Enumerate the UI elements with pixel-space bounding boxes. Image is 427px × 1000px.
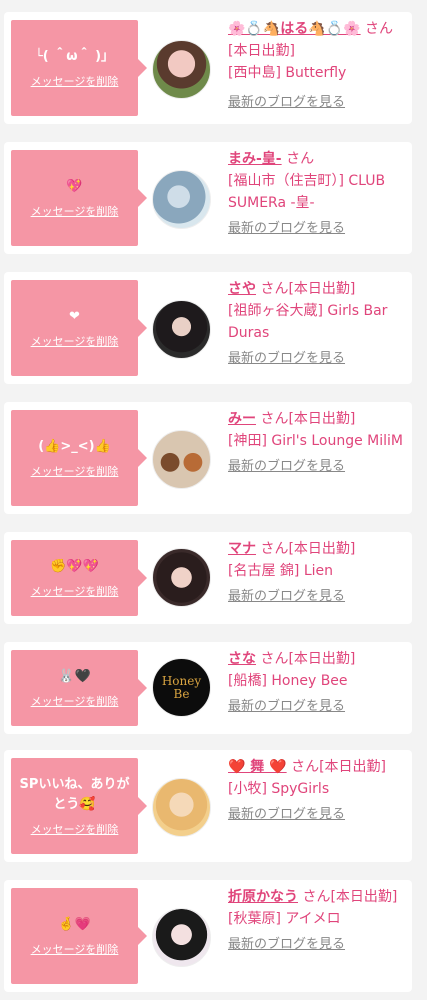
message-text: └( ＾ω＾ )」 bbox=[34, 49, 115, 64]
avatar[interactable] bbox=[152, 430, 211, 489]
message-text: SPいいね、ありがとう🥰 bbox=[19, 777, 130, 812]
user-info: さな さん[本日出勤] [船橋] Honey Bee 最新のブログを見る bbox=[228, 648, 410, 718]
message-card: SPいいね、ありがとう🥰 メッセージを削除 ❤️ 舞 ❤️ さん[本日出勤] [… bbox=[4, 750, 412, 862]
shop-name: [福山市（住吉町）] CLUB SUMERa -皇- bbox=[228, 173, 386, 211]
latest-blog-link[interactable]: 最新のブログを見る bbox=[228, 696, 410, 718]
delete-message-link[interactable]: メッセージを削除 bbox=[31, 693, 119, 709]
user-info: ❤️ 舞 ❤️ さん[本日出勤] [小牧] SpyGirls 最新のブログを見る bbox=[228, 756, 410, 826]
message-card: └( ＾ω＾ )」 メッセージを削除 🌸💍🐴はる🐴💍🌸 さん[本日出勤] [西中… bbox=[4, 12, 412, 124]
message-card: ✊💖💖 メッセージを削除 マナ さん[本日出勤] [名古屋 錦] Lien 最新… bbox=[4, 532, 412, 624]
user-info: まみ-皇- さん [福山市（住吉町）] CLUB SUMERa -皇- 最新のブ… bbox=[228, 148, 410, 240]
latest-blog-link[interactable]: 最新のブログを見る bbox=[228, 92, 410, 114]
message-text: ❤ bbox=[69, 309, 80, 324]
shop-name: [名古屋 錦] Lien bbox=[228, 563, 333, 579]
user-name-link[interactable]: マナ bbox=[228, 541, 256, 557]
message-card: 💖 メッセージを削除 まみ-皇- さん [福山市（住吉町）] CLUB SUME… bbox=[4, 142, 412, 254]
avatar[interactable] bbox=[152, 300, 211, 359]
user-status: さん bbox=[286, 151, 315, 167]
user-status: さん[本日出勤] bbox=[291, 759, 387, 775]
latest-blog-link[interactable]: 最新のブログを見る bbox=[228, 586, 410, 608]
message-bubble: └( ＾ω＾ )」 メッセージを削除 bbox=[11, 20, 147, 116]
latest-blog-link[interactable]: 最新のブログを見る bbox=[228, 218, 410, 240]
avatar[interactable]: Honey Be bbox=[152, 658, 211, 717]
user-name-link[interactable]: みー bbox=[228, 411, 256, 427]
shop-name: [小牧] SpyGirls bbox=[228, 781, 330, 797]
message-card: 🤞💗 メッセージを削除 折原かなう さん[本日出勤] [秋葉原] アイメロ 最新… bbox=[4, 880, 412, 992]
shop-name: [船橋] Honey Bee bbox=[228, 673, 348, 689]
message-card: (👍>_<)👍 メッセージを削除 みー さん[本日出勤] [神田] Girl's… bbox=[4, 402, 412, 514]
message-bubble: (👍>_<)👍 メッセージを削除 bbox=[11, 410, 147, 506]
shop-name: [神田] Girl's Lounge MiliM bbox=[228, 433, 403, 449]
avatar[interactable] bbox=[152, 908, 211, 967]
delete-message-link[interactable]: メッセージを削除 bbox=[31, 333, 119, 349]
latest-blog-link[interactable]: 最新のブログを見る bbox=[228, 456, 410, 478]
delete-message-link[interactable]: メッセージを削除 bbox=[31, 203, 119, 219]
avatar[interactable] bbox=[152, 170, 211, 229]
message-bubble: ❤ メッセージを削除 bbox=[11, 280, 147, 376]
user-name-link[interactable]: ❤️ 舞 ❤️ bbox=[228, 759, 287, 775]
user-info: 🌸💍🐴はる🐴💍🌸 さん[本日出勤] [西中島] Butterfly 最新のブログ… bbox=[228, 18, 410, 114]
shop-name: [祖師ヶ谷大蔵] Girls Bar Duras bbox=[228, 303, 388, 341]
delete-message-link[interactable]: メッセージを削除 bbox=[31, 73, 119, 89]
message-text: (👍>_<)👍 bbox=[38, 439, 111, 454]
avatar-logo-text: Honey Be bbox=[161, 673, 202, 701]
message-card: ❤ メッセージを削除 さや さん[本日出勤] [祖師ヶ谷大蔵] Girls Ba… bbox=[4, 272, 412, 384]
message-text: 💖 bbox=[66, 179, 83, 194]
user-info: さや さん[本日出勤] [祖師ヶ谷大蔵] Girls Bar Duras 最新の… bbox=[228, 278, 410, 370]
latest-blog-link[interactable]: 最新のブログを見る bbox=[228, 934, 410, 956]
user-status: さん[本日出勤] bbox=[260, 411, 356, 427]
user-name-link[interactable]: さな bbox=[228, 651, 256, 667]
shop-name: [西中島] Butterfly bbox=[228, 65, 347, 81]
message-text: ✊💖💖 bbox=[50, 559, 99, 574]
latest-blog-link[interactable]: 最新のブログを見る bbox=[228, 804, 410, 826]
message-bubble: SPいいね、ありがとう🥰 メッセージを削除 bbox=[11, 758, 147, 854]
user-name-link[interactable]: まみ-皇- bbox=[228, 151, 282, 167]
delete-message-link[interactable]: メッセージを削除 bbox=[31, 941, 119, 957]
message-bubble: 🤞💗 メッセージを削除 bbox=[11, 888, 147, 984]
message-bubble: 💖 メッセージを削除 bbox=[11, 150, 147, 246]
message-bubble: 🐰🖤 メッセージを削除 bbox=[11, 650, 147, 726]
user-info: 折原かなう さん[本日出勤] [秋葉原] アイメロ 最新のブログを見る bbox=[228, 886, 410, 956]
user-name-link[interactable]: 🌸💍🐴はる🐴💍🌸 bbox=[228, 21, 361, 37]
latest-blog-link[interactable]: 最新のブログを見る bbox=[228, 348, 410, 370]
message-text: 🐰🖤 bbox=[58, 669, 91, 684]
delete-message-link[interactable]: メッセージを削除 bbox=[31, 463, 119, 479]
avatar[interactable] bbox=[152, 40, 211, 99]
avatar[interactable] bbox=[152, 778, 211, 837]
delete-message-link[interactable]: メッセージを削除 bbox=[31, 821, 119, 837]
user-name-link[interactable]: 折原かなう bbox=[228, 889, 298, 905]
user-status: さん[本日出勤] bbox=[302, 889, 398, 905]
message-text: 🤞💗 bbox=[58, 917, 91, 932]
message-card: 🐰🖤 メッセージを削除 Honey Be さな さん[本日出勤] [船橋] Ho… bbox=[4, 642, 412, 734]
shop-name: [秋葉原] アイメロ bbox=[228, 911, 341, 927]
user-status: さん[本日出勤] bbox=[260, 541, 356, 557]
user-name-link[interactable]: さや bbox=[228, 281, 256, 297]
delete-message-link[interactable]: メッセージを削除 bbox=[31, 583, 119, 599]
message-bubble: ✊💖💖 メッセージを削除 bbox=[11, 540, 147, 616]
user-info: みー さん[本日出勤] [神田] Girl's Lounge MiliM 最新の… bbox=[228, 408, 410, 478]
user-status: さん[本日出勤] bbox=[260, 281, 356, 297]
user-status: さん[本日出勤] bbox=[260, 651, 356, 667]
user-info: マナ さん[本日出勤] [名古屋 錦] Lien 最新のブログを見る bbox=[228, 538, 410, 608]
avatar[interactable] bbox=[152, 548, 211, 607]
